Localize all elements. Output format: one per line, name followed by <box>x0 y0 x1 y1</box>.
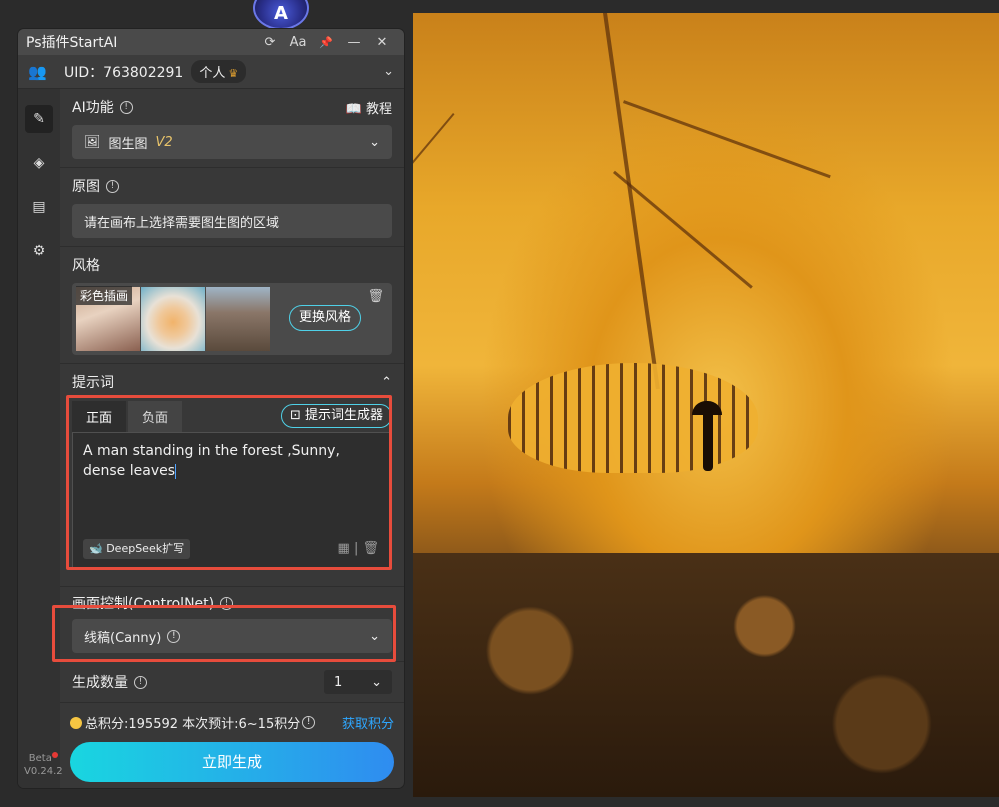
clipboard-icon[interactable]: ▤ <box>25 193 53 221</box>
user-uid: UID：763802291 <box>64 64 184 81</box>
info-icon[interactable]: ! <box>302 716 316 729</box>
change-style-button[interactable]: 更换风格 <box>289 305 362 331</box>
app-logo: A <box>253 0 309 30</box>
leaf-vein <box>413 113 455 306</box>
refresh-icon[interactable]: ⟳ <box>256 35 284 50</box>
chevron-up-icon[interactable]: ⌃ <box>381 375 392 390</box>
crown-icon: ♛ <box>228 67 239 80</box>
prompt-label: 提示词 <box>72 375 114 391</box>
generate-button[interactable]: 立即生成 <box>70 742 394 782</box>
panel-title: Ps插件StartAI <box>26 35 118 51</box>
coin-icon <box>70 716 82 729</box>
layers-icon[interactable]: ◈ <box>25 149 53 177</box>
version-info: Beta V0.24.2 <box>24 752 63 777</box>
users-icon: 👥 <box>28 62 47 81</box>
style-preview[interactable]: 彩色插画 更换风格 🗑 <box>72 283 392 355</box>
chevron-down-icon: ⌄ <box>371 674 382 690</box>
book-icon: 📖 <box>345 101 362 117</box>
font-size-icon[interactable]: Aa <box>284 35 312 50</box>
style-name: 彩色插画 <box>76 286 133 305</box>
style-thumbnail <box>141 287 205 351</box>
plan-badge: 个人 ♛ <box>191 60 247 83</box>
count-select[interactable]: 1 ⌄ <box>324 670 392 694</box>
source-image-section: 原图 ! 请在画布上选择需要图生图的区域 <box>60 168 404 247</box>
count-label: 生成数量 <box>72 675 128 691</box>
sidebar: ✎ ◈ ▤ ⚙ Beta V0.24.2 <box>18 89 63 788</box>
user-bar[interactable]: 👥 UID：763802291 个人 ♛ ⌄ <box>18 55 404 89</box>
title-bar: Ps插件StartAI ⟳ Aa 📌 — ✕ <box>18 29 404 55</box>
tutorial-link[interactable]: 📖 教程 <box>346 98 392 117</box>
points-info: 总积分:195592 本次预计:6~15积分 <box>85 717 301 732</box>
image-icon: 🖼 <box>84 134 101 150</box>
ai-function-section: AI功能 ! 📖 教程 🖼 图生图 V2 ⌄ <box>60 89 404 168</box>
highlight-box <box>52 605 396 662</box>
ai-function-select[interactable]: 🖼 图生图 V2 ⌄ <box>72 125 392 159</box>
source-image-field[interactable]: 请在画布上选择需要图生图的区域 <box>72 204 392 238</box>
settings-icon[interactable]: ⚙ <box>25 237 53 265</box>
chevron-down-icon: ⌄ <box>369 134 380 150</box>
info-icon[interactable]: ! <box>134 675 147 689</box>
edit-icon[interactable]: ✎ <box>25 105 53 133</box>
forest-path <box>508 363 758 473</box>
ai-function-label: AI功能 <box>72 100 114 116</box>
canvas-image[interactable] <box>413 13 999 797</box>
pin-icon[interactable]: 📌 <box>312 36 340 49</box>
chevron-down-icon[interactable]: ⌄ <box>383 64 394 79</box>
count-section: 生成数量 ! 1 ⌄ <box>60 662 404 703</box>
close-icon[interactable]: ✕ <box>368 35 396 50</box>
leaf-vein <box>623 100 831 179</box>
info-icon[interactable]: ! <box>119 100 133 114</box>
trash-icon[interactable]: 🗑 <box>367 289 384 304</box>
person-figure <box>703 411 713 471</box>
info-icon[interactable]: ! <box>106 179 119 193</box>
version-badge: V2 <box>155 134 173 150</box>
minimize-icon[interactable]: — <box>340 35 368 50</box>
style-thumbnail <box>206 287 270 351</box>
source-image-label: 原图 <box>72 179 100 195</box>
update-dot <box>51 752 58 758</box>
leaf-ground <box>413 553 999 797</box>
get-points-link[interactable]: 获取积分 <box>342 713 394 732</box>
style-section: 风格 彩色插画 更换风格 🗑 <box>60 247 404 364</box>
highlight-box <box>66 395 392 570</box>
footer: 总积分:195592 本次预计:6~15积分 ! 获取积分 立即生成 <box>60 703 404 788</box>
style-label: 风格 <box>72 258 100 274</box>
